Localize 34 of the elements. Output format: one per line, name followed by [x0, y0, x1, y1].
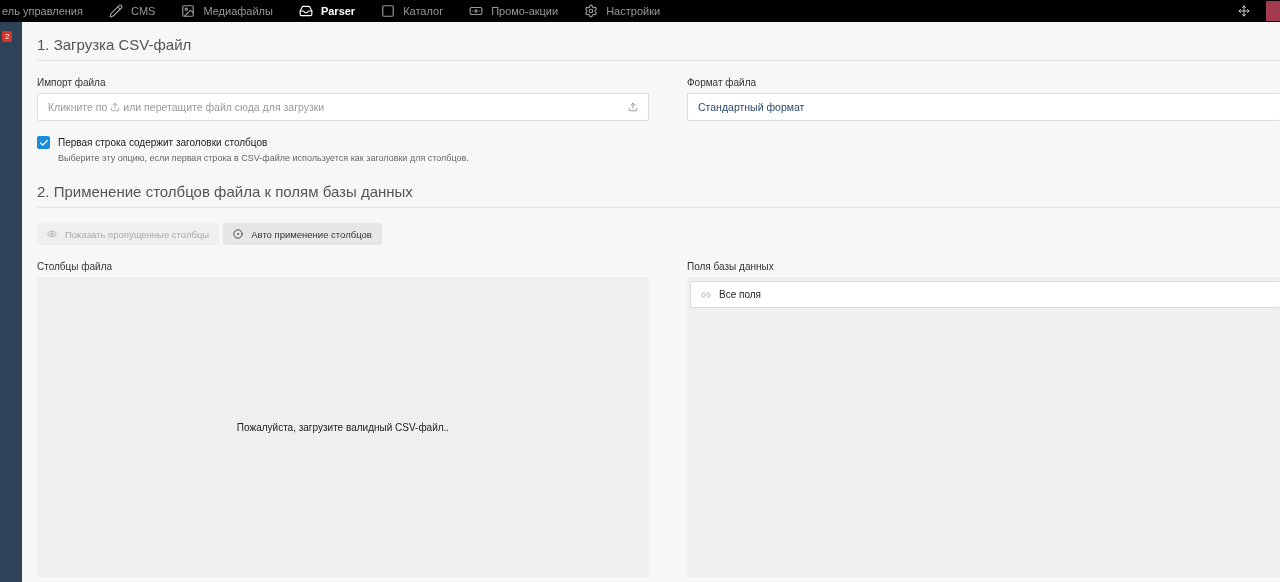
upload-hint: Кликните по или перетащите файл сюда для загрузки	[48, 101, 325, 113]
nav-item[interactable]: CMS	[108, 4, 156, 18]
link-icon	[701, 289, 711, 300]
empty-message: Пожалуйста, загрузите валидный CSV-файл..	[236, 421, 450, 433]
nav-item[interactable]: ель управления	[2, 4, 83, 18]
image-icon	[181, 4, 196, 18]
upload-icon	[110, 102, 121, 112]
field-label: Поля базы данных	[687, 261, 775, 272]
field-label: Формат файла	[687, 77, 758, 88]
move-icon[interactable]	[1238, 5, 1250, 17]
notification-count: 2	[2, 31, 13, 42]
nav-item[interactable]: Настройки	[584, 4, 661, 18]
field-label: Импорт файла	[37, 77, 107, 88]
section-title: 1. Загрузка CSV-файл	[37, 32, 1280, 61]
nav-item[interactable]: Parser	[298, 4, 356, 18]
nav-item[interactable]: Каталог	[381, 4, 444, 18]
checkbox[interactable]	[37, 136, 50, 149]
field-label: Столбцы файла	[37, 261, 114, 272]
settings-icon	[584, 4, 599, 18]
nav-item[interactable]: Медиафайлы	[181, 4, 273, 18]
format-select[interactable]: Стандартный формат	[687, 93, 1280, 121]
checkbox-label: Первая строка содержит заголовки столбцов	[58, 137, 268, 148]
tray-icon	[298, 4, 313, 18]
section-title: 2. Применение столбцов файла к полям базы данных	[37, 179, 1280, 208]
toolbar-button[interactable]: Авто применение столбцов	[223, 223, 382, 245]
banknote-icon	[469, 4, 484, 18]
eye-icon	[47, 229, 57, 239]
nav-item[interactable]: Промо-акции	[469, 4, 559, 18]
pencil-icon	[108, 4, 123, 18]
help-text: Выберите эту опцию, если первая строка в CSV-файле используется как заголовки для столбцов.	[58, 153, 470, 163]
check-icon	[38, 137, 49, 148]
fields-filter[interactable]: Все поля	[690, 281, 1280, 308]
circle-dot-icon	[233, 229, 244, 239]
upload-icon[interactable]	[628, 102, 638, 112]
